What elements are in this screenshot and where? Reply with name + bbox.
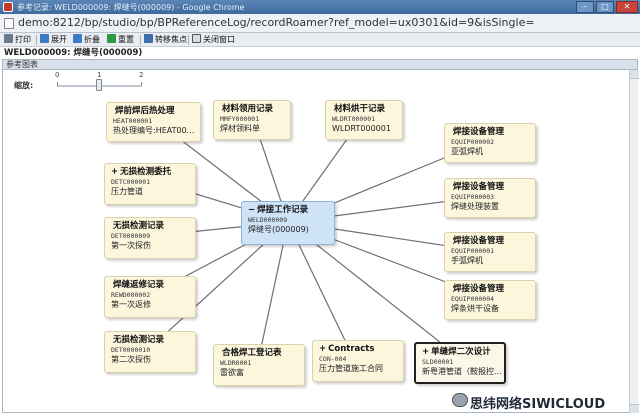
url-text[interactable]: demo:8212/bp/studio/bp/BPReferenceLog/re…	[18, 16, 535, 29]
node-code: HEAT000001	[113, 117, 153, 125]
node-desc: 焊条烘干设备	[451, 304, 499, 313]
print-button[interactable]: 打印	[4, 34, 31, 46]
collapse-button[interactable]: 折叠	[73, 34, 100, 46]
node-desc: 雷欲富	[220, 368, 244, 377]
node-desc: 第一次探伤	[111, 241, 151, 250]
node-title: 材料烘干记录	[334, 104, 386, 114]
node-code: EQUIP000002	[451, 138, 495, 146]
scroll-up-icon[interactable]	[630, 70, 639, 79]
close-window-button[interactable]: 关闭窗口	[192, 34, 235, 46]
node-material-requisition[interactable]: 材料领用记录 MMFY000001 焊材领料单	[213, 100, 291, 140]
node-heat-treatment[interactable]: 焊前焊后热处理 HEAT000001 热处理编号:HEAT00...	[106, 102, 201, 142]
zoom-tick-label: 2	[139, 71, 144, 79]
node-desc: 亚弧焊机	[451, 147, 483, 156]
node-code: DET0000009	[111, 232, 151, 240]
toolbar-divider	[36, 35, 37, 45]
toolbar-divider	[188, 35, 189, 45]
node-code: CON-004	[319, 355, 347, 363]
node-desc: 压力管道施工合同	[319, 364, 383, 373]
zoom-label: 缩放:	[14, 81, 34, 90]
node-title: 焊接设备管理	[453, 236, 505, 246]
node-center-weld-record[interactable]: − 焊接工作记录 WELD000009 焊缝号(000009)	[241, 201, 335, 245]
vertical-scrollbar[interactable]	[629, 70, 639, 413]
node-title: 材料领用记录	[222, 104, 274, 114]
minimize-button[interactable]: –	[576, 1, 594, 13]
node-desc: 焊缝号(000009)	[248, 225, 309, 234]
node-ndt-record-2[interactable]: 无损检测记录 DET0000010 第二次探伤	[104, 331, 196, 373]
node-title: + Contracts	[319, 344, 375, 354]
close-window-icon	[192, 34, 201, 43]
close-button[interactable]: ✕	[616, 1, 638, 13]
node-title: 焊接设备管理	[453, 284, 505, 294]
node-title: + 单缝焊二次设计	[422, 347, 491, 357]
maximize-button[interactable]: □	[596, 1, 614, 13]
zoom-tick-label: 0	[55, 71, 60, 79]
node-desc: 第一次返修	[111, 300, 151, 309]
node-equipment-3[interactable]: 焊接设备管理 EQUIP000003 焊缝处理装置	[444, 178, 536, 218]
node-desc: WLDRT000001	[332, 124, 391, 133]
node-title: 焊接设备管理	[453, 127, 505, 137]
move-focus-icon	[144, 34, 153, 43]
node-title: 无损检测记录	[113, 221, 165, 231]
node-title: 焊接设备管理	[453, 182, 505, 192]
node-desc: 第二次探伤	[111, 355, 151, 364]
node-desc: 焊材领料单	[220, 124, 260, 133]
node-code: EQUIP000003	[451, 193, 495, 201]
node-title: 焊前焊后热处理	[115, 106, 175, 116]
node-welder-registry[interactable]: 合格焊工登记表 WLDR0001 雷欲富	[213, 344, 305, 386]
node-code: MMFY000001	[220, 115, 260, 123]
expand-icon	[40, 34, 49, 43]
node-code: SLD00001	[422, 358, 454, 366]
node-desc: 新粤港管道（鞍报控...	[422, 367, 502, 376]
node-desc: 手弧焊机	[451, 256, 483, 265]
zoom-slider-thumb[interactable]	[96, 79, 102, 91]
toolbar-divider	[140, 35, 141, 45]
collapse-icon	[73, 34, 82, 43]
page-icon	[4, 18, 14, 29]
window-title-bar: 参考记录: WELD000009: 焊缝号(000009) - Google C…	[0, 0, 640, 14]
node-title: 焊缝返修记录	[113, 280, 165, 290]
move-focus-button[interactable]: 转移焦点	[144, 34, 187, 46]
node-code: DETC000001	[111, 178, 151, 186]
window-title: 参考记录: WELD000009: 焊缝号(000009) - Google C…	[17, 3, 245, 12]
node-secondary-design[interactable]: + 单缝焊二次设计 SLD00001 新粤港管道（鞍报控...	[414, 342, 506, 384]
address-bar[interactable]: demo:8212/bp/studio/bp/BPReferenceLog/re…	[0, 14, 640, 33]
reset-button[interactable]: 重置	[107, 34, 134, 46]
zoom-tick-label: 1	[97, 71, 102, 79]
node-code: WLDRT000001	[332, 115, 376, 123]
node-code: EQUIP000001	[451, 247, 495, 255]
node-code: WLDR0001	[220, 359, 252, 367]
node-material-drying[interactable]: 材料烘干记录 WLDRT000001 WLDRT000001	[325, 100, 403, 140]
zoom-tick-mark	[141, 82, 142, 86]
node-code: WELD000009	[248, 216, 288, 224]
node-title: 合格焊工登记表	[222, 348, 282, 358]
node-equipment-4[interactable]: 焊接设备管理 EQUIP000004 焊条烘干设备	[444, 280, 536, 320]
node-equipment-1[interactable]: 焊接设备管理 EQUIP000001 手弧焊机	[444, 232, 536, 272]
watermark: 思纬网络SIWICLOUD	[470, 397, 606, 412]
node-title: 无损检测记录	[113, 335, 165, 345]
printer-icon	[4, 34, 13, 43]
node-equipment-2[interactable]: 焊接设备管理 EQUIP000002 亚弧焊机	[444, 123, 536, 163]
scroll-down-icon[interactable]	[630, 404, 639, 413]
record-title: WELD000009: 焊缝号(000009)	[0, 47, 640, 59]
node-ndt-commission[interactable]: + 无损检测委托 DETC000001 压力管道	[104, 163, 196, 205]
node-title: + 无损检测委托	[111, 167, 172, 177]
node-ndt-record-1[interactable]: 无损检测记录 DET0000009 第一次探伤	[104, 217, 196, 259]
node-code: EQUIP000004	[451, 295, 495, 303]
node-title: − 焊接工作记录	[248, 205, 309, 215]
wechat-icon	[452, 393, 468, 407]
toolbar: 打印 展开 折叠 重置 转移焦点 关闭窗口	[0, 33, 640, 47]
app-icon	[3, 2, 13, 12]
node-contracts[interactable]: + Contracts CON-004 压力管道施工合同	[312, 340, 404, 382]
panel-title: 参考图表	[2, 59, 638, 70]
expand-button[interactable]: 展开	[40, 34, 67, 46]
reset-icon	[107, 34, 116, 43]
node-desc: 热处理编号:HEAT00...	[113, 126, 195, 135]
node-desc: 压力管道	[111, 187, 143, 196]
node-weld-repair[interactable]: 焊缝返修记录 REWD000002 第一次返修	[104, 276, 196, 318]
node-desc: 焊缝处理装置	[451, 202, 499, 211]
node-code: REWD000002	[111, 291, 151, 299]
node-code: DET0000010	[111, 346, 151, 354]
zoom-tick-mark	[57, 82, 58, 86]
